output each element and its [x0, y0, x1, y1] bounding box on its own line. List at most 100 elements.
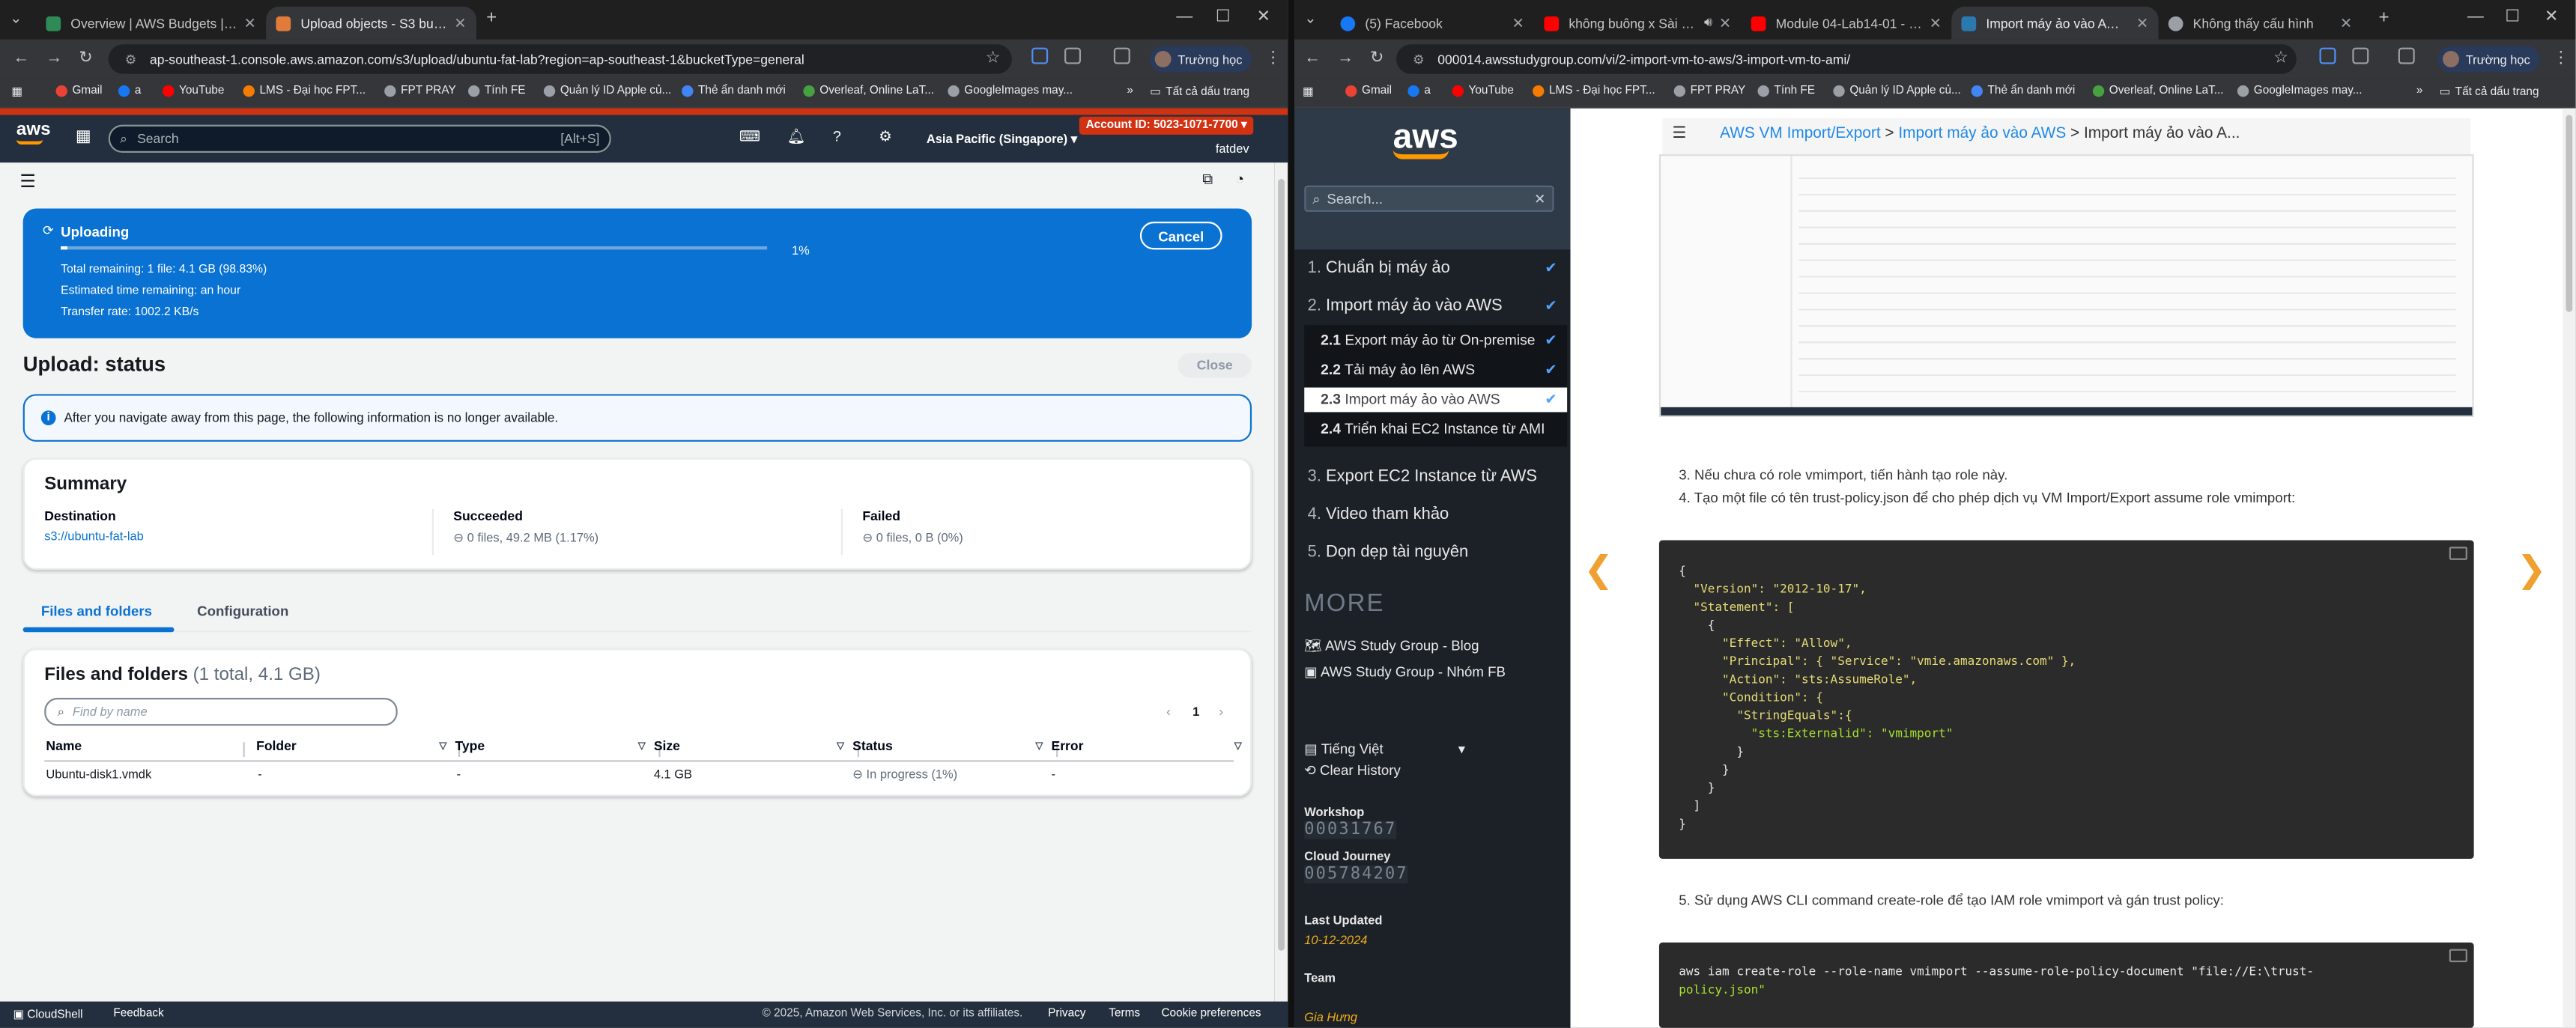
- privacy-link[interactable]: Privacy: [1048, 1009, 1085, 1020]
- user-menu[interactable]: fatdev: [1216, 142, 1249, 156]
- menu-kebab-icon[interactable]: ⋮: [1265, 49, 1282, 67]
- account-id-badge[interactable]: Account ID: 5023-1071-7700 ▾: [1079, 116, 1254, 135]
- copy-code-icon[interactable]: [2449, 547, 2467, 560]
- close-tab-icon[interactable]: ✕: [1930, 14, 1942, 32]
- cloudshell-link[interactable]: ▣ CloudShell: [13, 1009, 83, 1021]
- bookmark-youtube[interactable]: YouTube: [1452, 85, 1514, 97]
- bookmark-apple-id[interactable]: Quản lý ID Apple củ...: [543, 85, 671, 97]
- tab-files-and-folders[interactable]: Files and folders: [41, 603, 152, 619]
- bookmark-apple-id[interactable]: Quản lý ID Apple củ...: [1833, 85, 1961, 97]
- page-scrollbar[interactable]: [1274, 162, 1288, 1002]
- bookmark-fpt-pray[interactable]: FPT PRAY: [384, 85, 456, 97]
- profile-button[interactable]: Trường học: [1150, 46, 1252, 73]
- aws-logo[interactable]: aws: [1392, 120, 1458, 159]
- maximize-button[interactable]: ☐: [2505, 8, 2520, 26]
- col-name[interactable]: Name: [46, 739, 243, 754]
- menu-item-1[interactable]: 1. Chuẩn bị máy ảo ✔: [1308, 259, 1557, 277]
- next-page-arrow-icon[interactable]: ❯: [2517, 548, 2547, 591]
- forward-icon[interactable]: →: [46, 49, 62, 67]
- cookie-preferences-link[interactable]: Cookie preferences: [1161, 1009, 1261, 1020]
- audio-playing-icon[interactable]: 🔊︎: [1704, 15, 1712, 31]
- menu-item-2-2[interactable]: 2.2 Tải máy ảo lên AWS ✔: [1321, 361, 1557, 377]
- extension-icon[interactable]: [2319, 47, 2336, 64]
- new-tab-button[interactable]: +: [2378, 8, 2389, 28]
- table-row[interactable]: Ubuntu-disk1.vmdk - - 4.1 GB ⊖ In progre…: [44, 764, 1234, 787]
- page-scrollbar[interactable]: [2563, 108, 2576, 1028]
- bookmark-tinh-fe[interactable]: Tính FE: [1757, 85, 1815, 97]
- extensions-puzzle-icon[interactable]: [1064, 47, 1081, 64]
- url-bar[interactable]: ⚙ ap-southeast-1.console.aws.amazon.com/s…: [108, 44, 1012, 74]
- url-bar[interactable]: ⚙ 000014.awsstudygroup.com/vi/2-import-vm…: [1396, 44, 2297, 74]
- col-error[interactable]: Error ▽: [1052, 739, 1242, 754]
- bookmark-incognito[interactable]: Thẻ ẩn danh mới: [1971, 85, 2075, 97]
- page-number[interactable]: 1: [1192, 705, 1199, 720]
- bookmark-overleaf[interactable]: Overleaf, Online LaT...: [803, 85, 934, 97]
- prev-page-arrow-icon[interactable]: ❮: [1584, 548, 1613, 591]
- col-type[interactable]: Type ▽: [455, 739, 645, 754]
- scroll-thumb[interactable]: [2566, 115, 2573, 312]
- back-icon[interactable]: ←: [1304, 49, 1321, 67]
- bookmark-youtube[interactable]: YouTube: [163, 85, 224, 97]
- minimize-button[interactable]: —: [1176, 8, 1192, 26]
- bookmark-googleimages[interactable]: GoogleImages may...: [2237, 85, 2363, 97]
- clear-search-icon[interactable]: ✕: [1534, 189, 1546, 207]
- media-icon[interactable]: [1113, 47, 1130, 64]
- site-info-icon[interactable]: ⚙: [125, 52, 137, 67]
- close-window-button[interactable]: ✕: [1257, 8, 1270, 26]
- notifications-bell-icon[interactable]: 🔔︎: [787, 128, 805, 146]
- tab-module-lab[interactable]: Module 04-Lab14-01 - VMW✕: [1742, 7, 1952, 40]
- breadcrumb-link-2[interactable]: Import máy ảo vào AWS: [1898, 125, 2066, 143]
- menu-kebab-icon[interactable]: ⋮: [2553, 49, 2569, 67]
- forward-icon[interactable]: →: [1337, 49, 1354, 67]
- cloudshell-icon[interactable]: ⌨: [739, 128, 761, 146]
- tab-configuration[interactable]: Configuration: [197, 603, 288, 619]
- feedback-link[interactable]: Feedback: [113, 1009, 163, 1020]
- apps-grid-icon[interactable]: ▦: [11, 85, 22, 98]
- close-tab-icon[interactable]: ✕: [1719, 14, 1732, 32]
- tab-s3-upload[interactable]: Upload objects - S3 bucket ubu✕: [266, 6, 476, 40]
- bookmark-lms[interactable]: LMS - Đại học FPT...: [1533, 85, 1655, 97]
- back-icon[interactable]: ←: [13, 49, 30, 67]
- cancel-button[interactable]: Cancel: [1139, 222, 1222, 250]
- tab-import-vm[interactable]: Import máy ảo vào AWS :: V✕: [1951, 6, 2159, 40]
- bookmark-lms[interactable]: LMS - Đại học FPT...: [243, 85, 366, 97]
- find-by-name-input[interactable]: ⌕ Find by name: [44, 698, 398, 726]
- terms-link[interactable]: Terms: [1109, 1009, 1140, 1020]
- extension-icon[interactable]: [1031, 47, 1049, 64]
- close-tab-icon[interactable]: ✕: [1512, 14, 1525, 32]
- clear-history-link[interactable]: ⟲ Clear History: [1304, 762, 1401, 780]
- help-icon[interactable]: ?: [833, 128, 841, 145]
- close-tab-icon[interactable]: ✕: [2136, 14, 2149, 32]
- breadcrumb-link-1[interactable]: AWS VM Import/Export: [1720, 125, 1881, 143]
- tab-khong-thay[interactable]: Không thấy cấu hình ✕: [2159, 7, 2363, 40]
- close-tab-icon[interactable]: ✕: [2340, 14, 2353, 32]
- bookmark-tinh-fe[interactable]: Tính FE: [468, 85, 526, 97]
- bookmark-gmail[interactable]: Gmail: [55, 85, 103, 97]
- bookmark-star-icon[interactable]: ☆: [986, 49, 1001, 67]
- col-status[interactable]: Status ▽: [852, 739, 1043, 754]
- region-selector[interactable]: Asia Pacific (Singapore) ▾: [927, 131, 1077, 146]
- menu-item-4[interactable]: 4. Video tham khảo: [1308, 505, 1449, 523]
- tab-aws-budgets[interactable]: Overview | AWS Budgets | Glob ✕: [36, 7, 266, 40]
- tab-search-icon[interactable]: ⌄: [10, 10, 22, 28]
- menu-item-2-4[interactable]: 2.4 Triển khai EC2 Instance từ AMI: [1321, 420, 1567, 437]
- menu-item-2-3[interactable]: 2.3 Import máy ảo vào AWS ✔: [1321, 391, 1557, 407]
- all-bookmarks-folder[interactable]: ▭ Tất cả dấu trang: [1150, 85, 1249, 98]
- new-tab-button[interactable]: +: [486, 8, 497, 28]
- close-window-button[interactable]: ✕: [2545, 8, 2558, 26]
- prev-page-icon[interactable]: ‹: [1166, 705, 1171, 720]
- media-icon[interactable]: [2398, 47, 2415, 64]
- minimize-button[interactable]: —: [2467, 8, 2484, 26]
- page-icon[interactable]: ⧉: [1202, 171, 1213, 189]
- hamburger-menu-icon[interactable]: ☰: [19, 171, 36, 192]
- destination-link[interactable]: s3://ubuntu-fat-lab: [44, 529, 144, 544]
- bookmark-fpt-pray[interactable]: FPT PRAY: [1673, 85, 1745, 97]
- bookmarks-overflow-icon[interactable]: »: [1127, 85, 1133, 97]
- toc-icon[interactable]: ☰: [1672, 125, 1686, 143]
- bookmark-star-icon[interactable]: ☆: [2273, 49, 2288, 67]
- reload-icon[interactable]: ↻: [79, 49, 92, 67]
- copy-code-icon[interactable]: [2449, 949, 2467, 963]
- facebook-group-link[interactable]: ▣ AWS Study Group - Nhóm FB: [1304, 663, 1506, 681]
- bookmarks-overflow-icon[interactable]: »: [2416, 85, 2423, 97]
- bookmark-overleaf[interactable]: Overleaf, Online LaT...: [2092, 85, 2224, 97]
